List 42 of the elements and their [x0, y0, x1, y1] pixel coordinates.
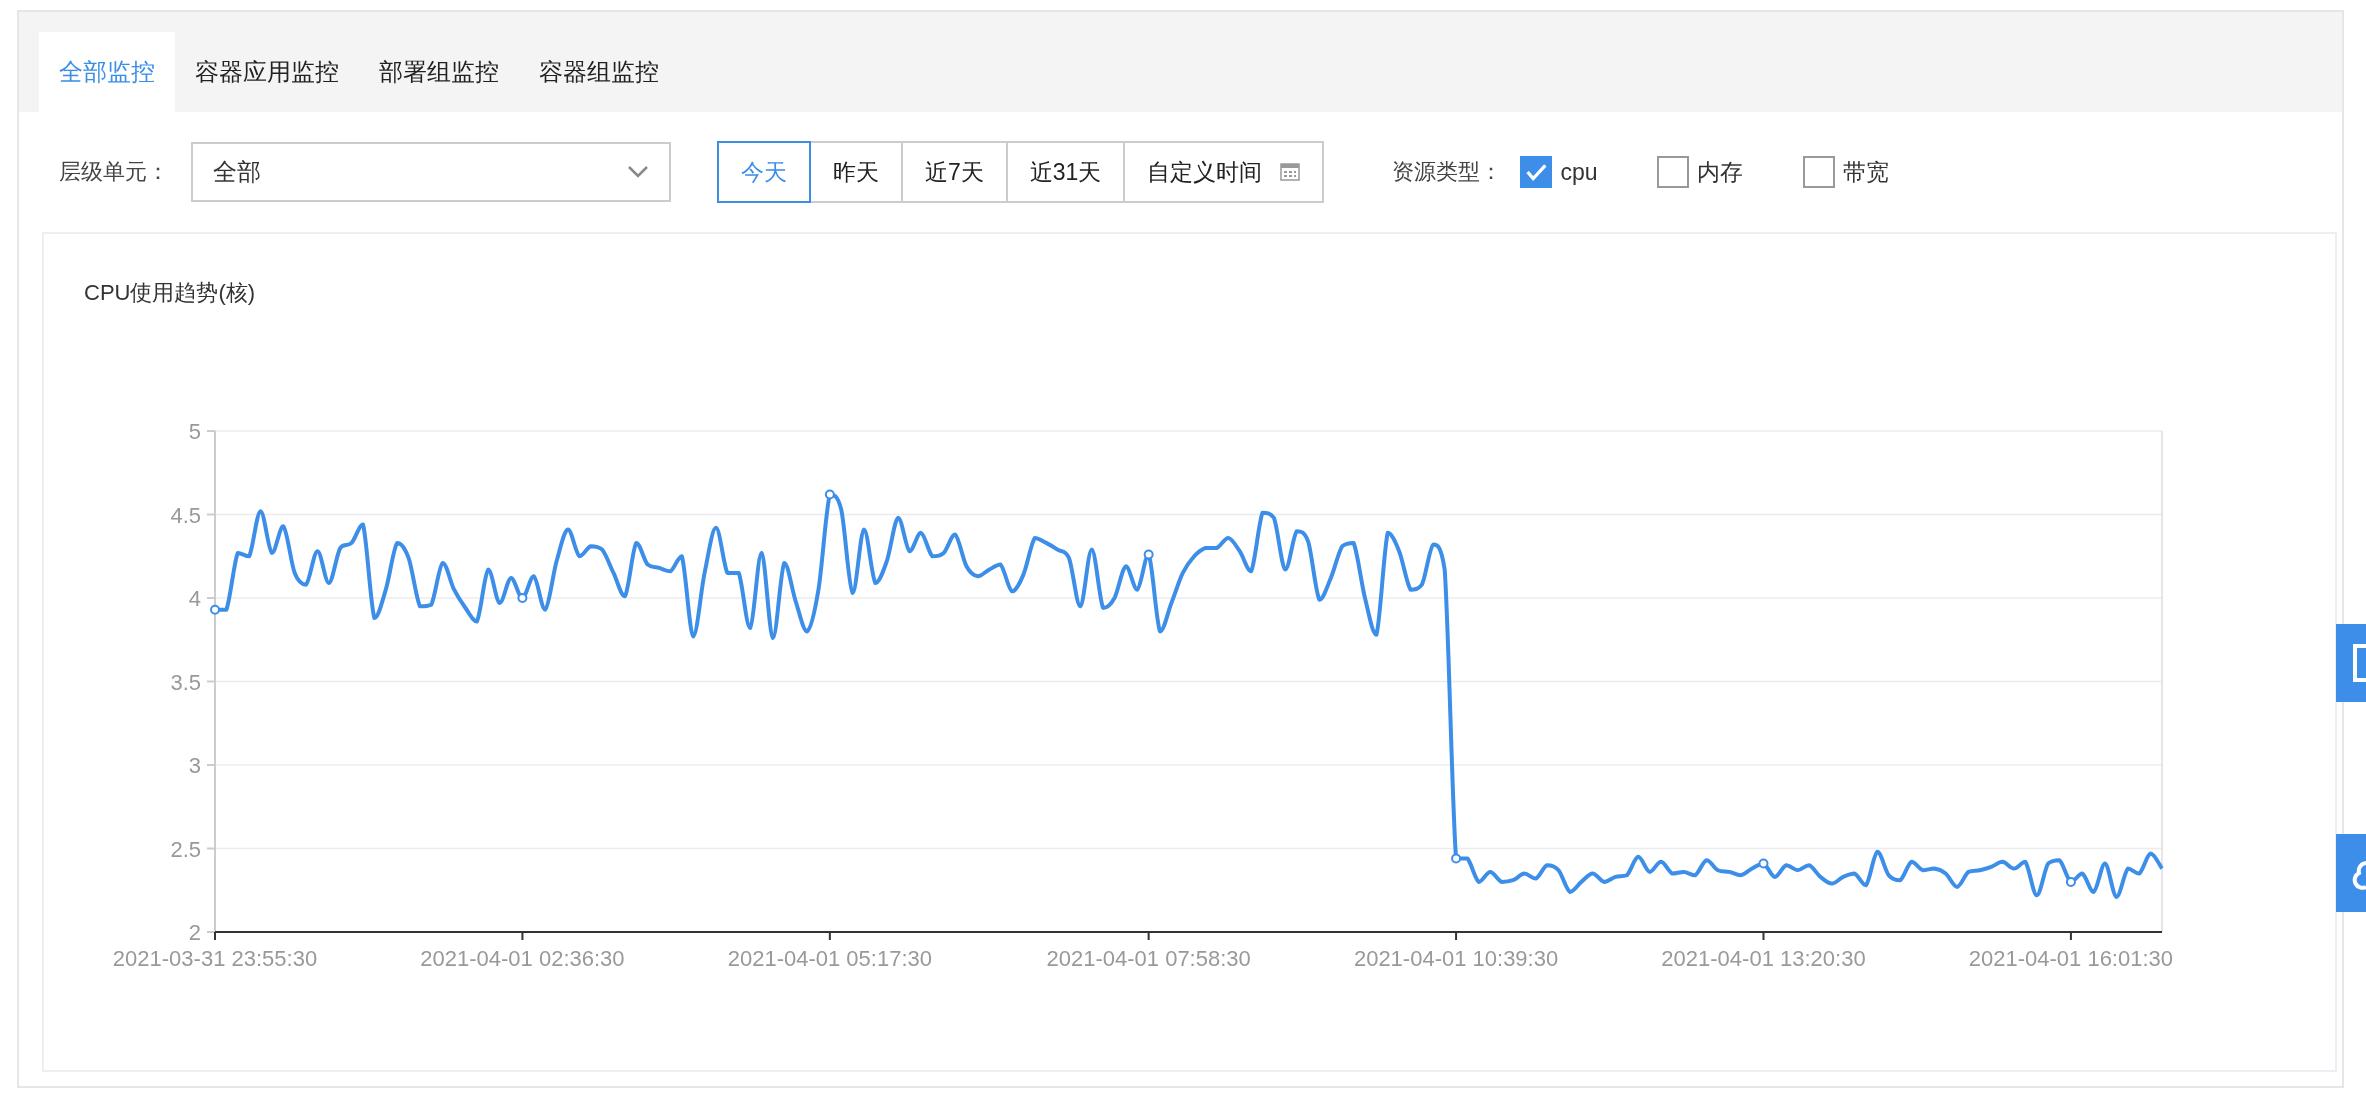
- y-tick-label: 3: [188, 753, 201, 778]
- point-marker: [2065, 876, 2076, 887]
- point-marker: [824, 489, 835, 500]
- level-select[interactable]: 全部: [191, 142, 671, 202]
- checkbox-label: 带宽: [1843, 157, 1890, 187]
- y-tick-label: 3.5: [170, 669, 201, 695]
- point-marker: [210, 604, 220, 615]
- x-tick-label: 2021-03-31 23:55:30: [112, 946, 318, 971]
- chevron-down-icon: [627, 165, 649, 179]
- point-marker: [1143, 549, 1154, 560]
- point-marker: [517, 593, 528, 603]
- date-range-button[interactable]: 近7天: [901, 141, 1008, 203]
- y-tick-label: 4.5: [170, 502, 201, 528]
- date-range-button[interactable]: 近31天: [1005, 141, 1126, 203]
- point-marker: [1451, 853, 1462, 864]
- y-tick-label: 2.5: [170, 836, 201, 862]
- x-tick-label: 2021-04-01 10:39:30: [1353, 946, 1559, 971]
- chart-title: CPU使用趋势(核): [83, 279, 257, 307]
- side-tab-button[interactable]: [2336, 624, 2366, 702]
- y-tick-label: 5: [188, 419, 201, 444]
- level-label: 层级单元：: [59, 158, 169, 186]
- checkbox-label: cpu: [1560, 158, 1598, 186]
- checkbox-label: 内存: [1697, 157, 1744, 187]
- tab[interactable]: 容器组监控: [519, 32, 679, 112]
- checkbox[interactable]: [1657, 156, 1690, 188]
- point-marker: [1758, 858, 1769, 869]
- x-tick-label: 2021-04-01 13:20:30: [1661, 946, 1866, 971]
- checkbox[interactable]: [1520, 156, 1553, 188]
- tab[interactable]: 部署组监控: [359, 32, 519, 112]
- x-tick-label: 2021-04-01 07:58:30: [1046, 946, 1251, 971]
- tab[interactable]: 容器应用监控: [175, 32, 359, 112]
- date-range-button[interactable]: 昨天: [809, 141, 903, 203]
- y-tick-label: 4: [188, 586, 201, 611]
- x-tick-label: 2021-04-01 05:17:30: [727, 946, 932, 971]
- checkbox[interactable]: [1803, 156, 1836, 188]
- date-range-button[interactable]: 自定义时间: [1123, 141, 1325, 203]
- x-tick-label: 2021-04-01 02:36:30: [420, 946, 625, 971]
- resource-type-label: 资源类型：: [1392, 158, 1503, 186]
- side-tab-button[interactable]: [2336, 834, 2366, 912]
- calendar-icon: [1280, 163, 1301, 181]
- x-tick-label: 2021-04-01 16:01:30: [1968, 946, 2174, 971]
- y-tick-label: 2: [188, 920, 201, 945]
